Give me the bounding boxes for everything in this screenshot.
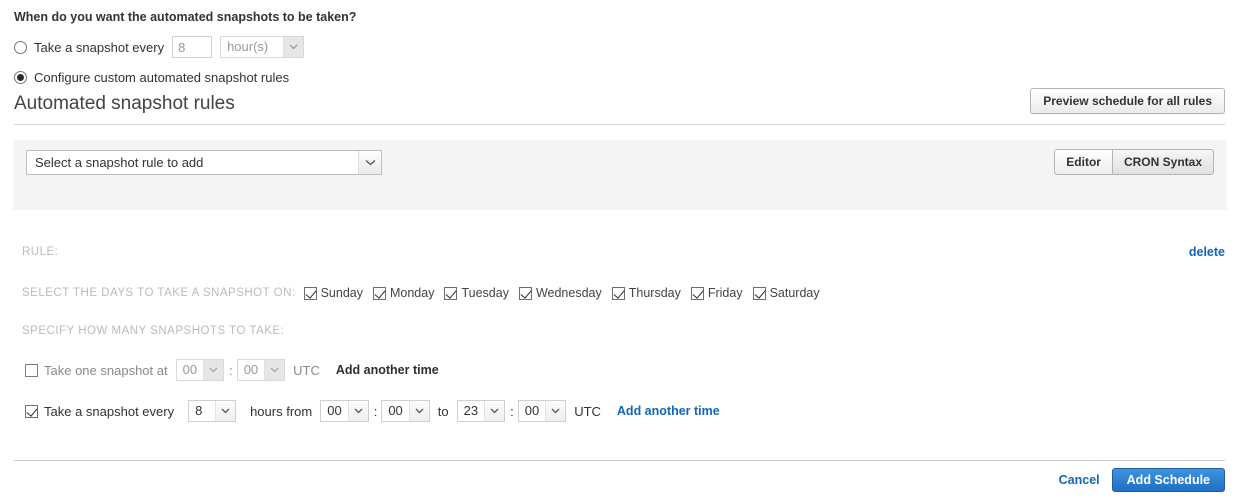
checkbox-saturday[interactable] <box>752 286 766 300</box>
interval-hours-input[interactable] <box>172 36 213 58</box>
radio-interval-label: Take a snapshot every <box>34 39 165 55</box>
every-from-colon: : <box>373 403 378 419</box>
chevron-down-icon <box>264 360 285 380</box>
hours-from-label: hours from <box>250 403 313 419</box>
every-add-another-time[interactable]: Add another time <box>617 404 720 418</box>
days-checkbox-list: Sunday Monday Tuesday Wednesday Thursday… <box>303 286 830 300</box>
every-from-minute-select[interactable]: 00 <box>381 400 430 422</box>
days-row: SELECT THE DAYS TO TAKE A SNAPSHOT ON: S… <box>22 286 830 300</box>
footer-actions: Cancel Add Schedule <box>1059 468 1225 492</box>
to-label: to <box>437 403 449 419</box>
rule-label: RULE: <box>22 246 59 258</box>
checkbox-wednesday[interactable] <box>518 286 532 300</box>
preview-schedule-button[interactable]: Preview schedule for all rules <box>1030 88 1225 114</box>
every-to-minute-value: 00 <box>524 403 540 418</box>
every-from-minute-value: 00 <box>388 403 403 418</box>
tab-cron-syntax[interactable]: CRON Syntax <box>1112 149 1214 175</box>
once-timezone-label: UTC <box>293 362 320 378</box>
chevron-down-icon <box>358 151 381 174</box>
every-interval-select[interactable]: 8 <box>188 400 237 422</box>
radio-custom-rules[interactable] <box>14 71 27 84</box>
checkbox-sunday[interactable] <box>303 286 317 300</box>
day-tuesday[interactable]: Tuesday <box>444 286 509 300</box>
delete-rule-link[interactable]: delete <box>1189 245 1225 259</box>
every-to-hour-value: 23 <box>463 403 479 418</box>
chevron-down-icon <box>203 360 224 380</box>
specify-label: SPECIFY HOW MANY SNAPSHOTS TO TAKE: <box>22 325 285 337</box>
editor-mode-toggle[interactable]: Editor CRON Syntax <box>1054 149 1214 175</box>
chevron-down-icon <box>347 401 368 421</box>
checkbox-thursday[interactable] <box>611 286 625 300</box>
take-one-snapshot-row: Take one snapshot at 00 : 00 UTC Add ano… <box>25 359 439 381</box>
radio-interval[interactable] <box>14 40 27 54</box>
chevron-down-icon <box>283 37 304 57</box>
day-monday[interactable]: Monday <box>372 286 435 300</box>
day-thursday[interactable]: Thursday <box>611 286 681 300</box>
label-saturday: Saturday <box>769 286 820 300</box>
section-title: Automated snapshot rules <box>14 93 235 114</box>
page-title: When do you want the automated snapshots… <box>14 10 357 24</box>
day-sunday[interactable]: Sunday <box>303 286 363 300</box>
chevron-down-icon <box>408 401 429 421</box>
every-from-hour-select[interactable]: 00 <box>320 400 369 422</box>
label-friday: Friday <box>707 286 743 300</box>
add-schedule-button[interactable]: Add Schedule <box>1111 468 1225 492</box>
every-from-hour-value: 00 <box>327 403 342 418</box>
interval-unit-value: hour(s) <box>227 39 269 54</box>
rule-picker-band: Select a snapshot rule to add Editor CRO… <box>13 140 1227 210</box>
take-one-snapshot-label: Take one snapshot at <box>44 362 168 378</box>
snapshot-rule-select-value: Select a snapshot rule to add <box>35 155 204 170</box>
footer-separator <box>14 460 1225 461</box>
once-time-colon: : <box>229 362 233 378</box>
day-wednesday[interactable]: Wednesday <box>518 286 602 300</box>
checkbox-monday[interactable] <box>372 286 386 300</box>
chevron-down-icon <box>484 401 505 421</box>
label-monday: Monday <box>389 286 435 300</box>
take-snapshot-every-label: Take a snapshot every <box>44 403 175 419</box>
day-saturday[interactable]: Saturday <box>752 286 820 300</box>
every-to-colon: : <box>510 403 514 419</box>
radio-row-custom[interactable]: Configure custom automated snapshot rule… <box>14 70 289 85</box>
checkbox-take-one-snapshot[interactable] <box>25 363 38 377</box>
chevron-down-icon <box>215 401 236 421</box>
days-label: SELECT THE DAYS TO TAKE A SNAPSHOT ON: <box>22 287 296 299</box>
once-hour-select[interactable]: 00 <box>175 359 225 381</box>
checkbox-tuesday[interactable] <box>444 286 458 300</box>
take-snapshot-every-row: Take a snapshot every 8 hours from 00 : … <box>25 400 720 422</box>
once-hour-value: 00 <box>182 362 198 377</box>
chevron-down-icon <box>545 401 566 421</box>
day-friday[interactable]: Friday <box>690 286 743 300</box>
radio-custom-rules-label: Configure custom automated snapshot rule… <box>34 70 290 85</box>
once-minute-value: 00 <box>243 362 259 377</box>
label-wednesday: Wednesday <box>535 286 602 300</box>
section-header: Automated snapshot rules Preview schedul… <box>14 88 1225 125</box>
label-tuesday: Tuesday <box>461 286 509 300</box>
once-add-another-time[interactable]: Add another time <box>336 363 439 377</box>
checkbox-friday[interactable] <box>690 286 704 300</box>
label-sunday: Sunday <box>320 286 363 300</box>
radio-row-interval[interactable]: Take a snapshot every hour(s) <box>14 36 305 58</box>
interval-unit-select[interactable]: hour(s) <box>220 36 305 58</box>
checkbox-take-snapshot-every[interactable] <box>25 404 38 418</box>
every-to-minute-select[interactable]: 00 <box>517 400 567 422</box>
once-minute-select[interactable]: 00 <box>236 359 286 381</box>
every-to-hour-select[interactable]: 23 <box>456 400 506 422</box>
every-interval-value: 8 <box>195 403 203 418</box>
cancel-link[interactable]: Cancel <box>1059 473 1100 487</box>
every-timezone-label: UTC <box>574 403 601 419</box>
label-thursday: Thursday <box>628 286 681 300</box>
snapshot-rule-select[interactable]: Select a snapshot rule to add <box>26 150 382 175</box>
tab-editor[interactable]: Editor <box>1054 149 1113 175</box>
